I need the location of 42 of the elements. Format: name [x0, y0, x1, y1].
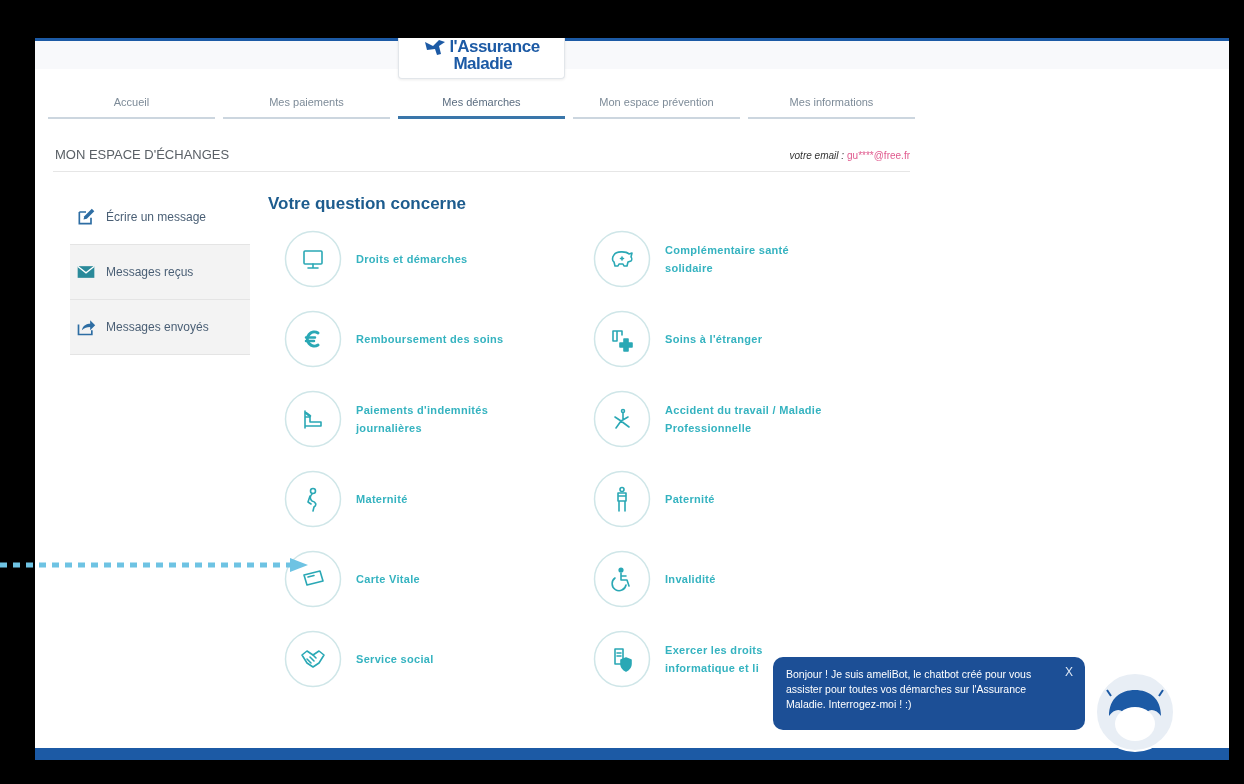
topic-link[interactable]: Droits et démarches [356, 250, 468, 268]
email-value: gu****@free.fr [847, 150, 910, 161]
piggy-bank-icon[interactable] [593, 230, 651, 288]
medical-cross-icon[interactable] [593, 310, 651, 368]
sidebar-item[interactable]: Messages reçus [70, 245, 250, 300]
figure-icon[interactable] [593, 390, 651, 448]
nav-tab[interactable]: Accueil [48, 91, 215, 119]
topic-link[interactable]: Carte Vitale [356, 570, 420, 588]
email-label: votre email : [789, 150, 845, 161]
edit-icon [76, 207, 96, 227]
euro-icon[interactable] [284, 310, 342, 368]
section-title: MON ESPACE D'ÉCHANGES [55, 147, 230, 162]
sidebar-item[interactable]: Messages envoyés [70, 300, 250, 355]
topic-link[interactable]: Maternité [356, 490, 408, 508]
nav-tab[interactable]: Mes paiements [223, 91, 390, 119]
topic-link[interactable]: Invalidité [665, 570, 716, 588]
nav-tab[interactable]: Mes informations [748, 91, 915, 119]
nav-tab[interactable]: Mes démarches [398, 91, 565, 119]
topic-link[interactable]: Paiements d'indemnités journalières [356, 401, 489, 437]
logo-text: l'Assurance [449, 38, 540, 55]
topic-link[interactable]: Paternité [665, 490, 715, 508]
topic-link[interactable]: Accident du travail / Maladie Professionnelle [665, 401, 822, 437]
chatbot-avatar[interactable] [1095, 672, 1175, 752]
nav-tab[interactable]: Mon espace prévention [573, 91, 740, 119]
topic-link[interactable]: Exercer les droits informatique et li [665, 641, 763, 677]
logo-text: Maladie [452, 55, 514, 72]
standing-figure-icon[interactable] [593, 470, 651, 528]
heading: Votre question concerne [268, 194, 468, 214]
shield-document-icon[interactable] [593, 630, 651, 688]
topic-link[interactable]: Complémentaire santé solidaire [665, 241, 789, 277]
card-icon[interactable] [284, 550, 342, 608]
close-button[interactable]: X [1063, 663, 1075, 681]
topic-link[interactable]: Soins à l'étranger [665, 330, 763, 348]
wheelchair-icon[interactable] [593, 550, 651, 608]
handshake-icon[interactable] [284, 630, 342, 688]
topic-link[interactable]: Service social [356, 650, 434, 668]
logo[interactable]: l'Assurance Maladie [398, 38, 565, 79]
monitor-icon[interactable] [284, 230, 342, 288]
chat-message: Bonjour ! Je suis ameliBot, le chatbot créé pour vous assister pour toutes vos démarches sur l'Assurance Maladie. Interrogez-moi ! :) [786, 667, 1033, 712]
bed-icon[interactable] [284, 390, 342, 448]
topic-link[interactable]: Remboursement des soins [356, 330, 504, 348]
pregnant-figure-icon[interactable] [284, 470, 342, 528]
